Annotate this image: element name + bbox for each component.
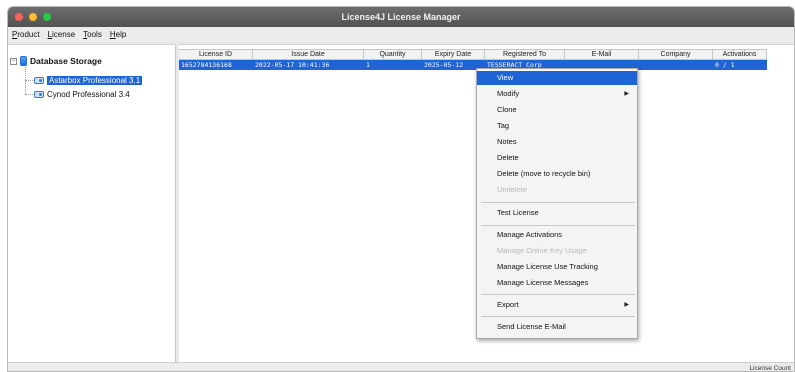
menu-item-notes[interactable]: Notes bbox=[477, 135, 637, 149]
menu-item-label: Tag bbox=[497, 121, 510, 130]
menu-bar: Product License Tools Help bbox=[8, 27, 794, 42]
menu-item-send-license-email[interactable]: Send License E-Mail bbox=[477, 320, 637, 334]
menu-item-label: Notes bbox=[497, 137, 517, 146]
status-bar: License Count bbox=[8, 362, 794, 372]
submenu-arrow-icon: ▶ bbox=[624, 302, 629, 308]
license-key-icon bbox=[34, 77, 44, 84]
menu-item-label: Export bbox=[497, 300, 519, 309]
window-controls bbox=[15, 13, 51, 21]
menu-item-label: Manage Online Key Usage bbox=[497, 246, 587, 255]
menu-item-manage-online-key-usage: Manage Online Key Usage bbox=[477, 244, 637, 258]
tree-item-label: Cynod Professional 3.4 bbox=[47, 90, 130, 99]
menu-item-label: Test License bbox=[497, 208, 539, 217]
cell-license-id: 1652784136168 bbox=[181, 61, 232, 69]
menu-item-label: View bbox=[497, 73, 514, 82]
cell-quantity: 1 bbox=[366, 61, 370, 69]
cell-activations: 0 / 1 bbox=[715, 61, 735, 69]
tree-item-cynod[interactable]: Cynod Professional 3.4 bbox=[34, 90, 130, 99]
menu-separator bbox=[481, 294, 635, 295]
tree-connector bbox=[25, 80, 33, 81]
menu-item-manage-license-use-tracking[interactable]: Manage License Use Tracking bbox=[477, 260, 637, 274]
column-header-issue-date[interactable]: Issue Date bbox=[253, 49, 364, 60]
collapse-icon[interactable]: − bbox=[10, 57, 17, 65]
tree-item-label: Astarbox Professional 3.1 bbox=[47, 76, 143, 85]
table-header: License ID Issue Date Quantity Expiry Da… bbox=[179, 49, 767, 60]
tree-root-label: Database Storage bbox=[30, 56, 102, 66]
menu-item-manage-activations[interactable]: Manage Activations bbox=[477, 228, 637, 242]
menu-item-view[interactable]: View bbox=[477, 71, 637, 85]
menu-separator bbox=[481, 316, 635, 317]
menu-item-manage-license-messages[interactable]: Manage License Messages bbox=[477, 276, 637, 290]
title-bar[interactable]: License4J License Manager bbox=[8, 7, 794, 27]
menu-separator bbox=[481, 202, 635, 203]
menu-item-label: Delete bbox=[497, 153, 519, 162]
column-header-license-id[interactable]: License ID bbox=[179, 49, 253, 60]
column-header-quantity[interactable]: Quantity bbox=[364, 49, 422, 60]
column-header-registered-to[interactable]: Registered To bbox=[485, 49, 565, 60]
column-header-company[interactable]: Company bbox=[639, 49, 713, 60]
menu-item-test-license[interactable]: Test License bbox=[477, 206, 637, 220]
cell-issue-date: 2022-05-17 10:41:36 bbox=[255, 61, 330, 69]
tree-connector bbox=[25, 94, 33, 95]
tree-root-row[interactable]: − Database Storage bbox=[10, 56, 102, 66]
menu-separator bbox=[481, 225, 635, 226]
menu-item-label: Send License E-Mail bbox=[497, 322, 566, 331]
menu-item-tag[interactable]: Tag bbox=[477, 119, 637, 133]
menu-item-delete-recycle[interactable]: Delete (move to recycle bin) bbox=[477, 167, 637, 181]
menu-item-label: Manage License Messages bbox=[497, 278, 589, 287]
menu-item-label: Undelete bbox=[497, 185, 528, 194]
menu-item-label: Manage Activations bbox=[497, 230, 563, 239]
window-title: License4J License Manager bbox=[341, 12, 461, 22]
menu-item-clone[interactable]: Clone bbox=[477, 103, 637, 117]
menu-item-delete[interactable]: Delete bbox=[477, 151, 637, 165]
submenu-arrow-icon: ▶ bbox=[624, 91, 629, 97]
menu-license[interactable]: License bbox=[48, 30, 76, 39]
app-window: License4J License Manager Product Licens… bbox=[7, 6, 795, 372]
menu-item-undelete: Undelete bbox=[477, 183, 637, 197]
minimize-window-button[interactable] bbox=[29, 13, 37, 21]
menu-item-label: Clone bbox=[497, 105, 517, 114]
zoom-window-button[interactable] bbox=[43, 13, 51, 21]
column-header-email[interactable]: E-Mail bbox=[565, 49, 639, 60]
menu-product[interactable]: Product bbox=[12, 30, 40, 39]
close-window-button[interactable] bbox=[15, 13, 23, 21]
menu-item-label: Modify bbox=[497, 89, 520, 98]
column-header-activations[interactable]: Activations bbox=[713, 49, 767, 60]
menu-item-export[interactable]: Export ▶ bbox=[477, 298, 637, 312]
context-menu: View Modify ▶ Clone Tag Notes Delete Dele… bbox=[476, 68, 638, 339]
column-header-expiry-date[interactable]: Expiry Date bbox=[422, 49, 485, 60]
menu-item-label: Delete (move to recycle bin) bbox=[497, 169, 591, 178]
table-row[interactable]: 1652784136168 2022-05-17 10:41:36 1 2025… bbox=[179, 60, 767, 70]
menu-item-modify[interactable]: Modify ▶ bbox=[477, 87, 637, 101]
license-key-icon bbox=[34, 91, 44, 98]
menu-item-label: Manage License Use Tracking bbox=[497, 262, 598, 271]
cell-company bbox=[639, 60, 713, 70]
product-tree: − Database Storage Astarbox Professional… bbox=[8, 44, 176, 362]
database-icon bbox=[20, 56, 27, 66]
menu-tools[interactable]: Tools bbox=[83, 30, 102, 39]
tree-item-astarbox[interactable]: Astarbox Professional 3.1 bbox=[34, 76, 143, 85]
menu-help[interactable]: Help bbox=[110, 30, 126, 39]
license-count-label: License Count bbox=[749, 365, 791, 372]
